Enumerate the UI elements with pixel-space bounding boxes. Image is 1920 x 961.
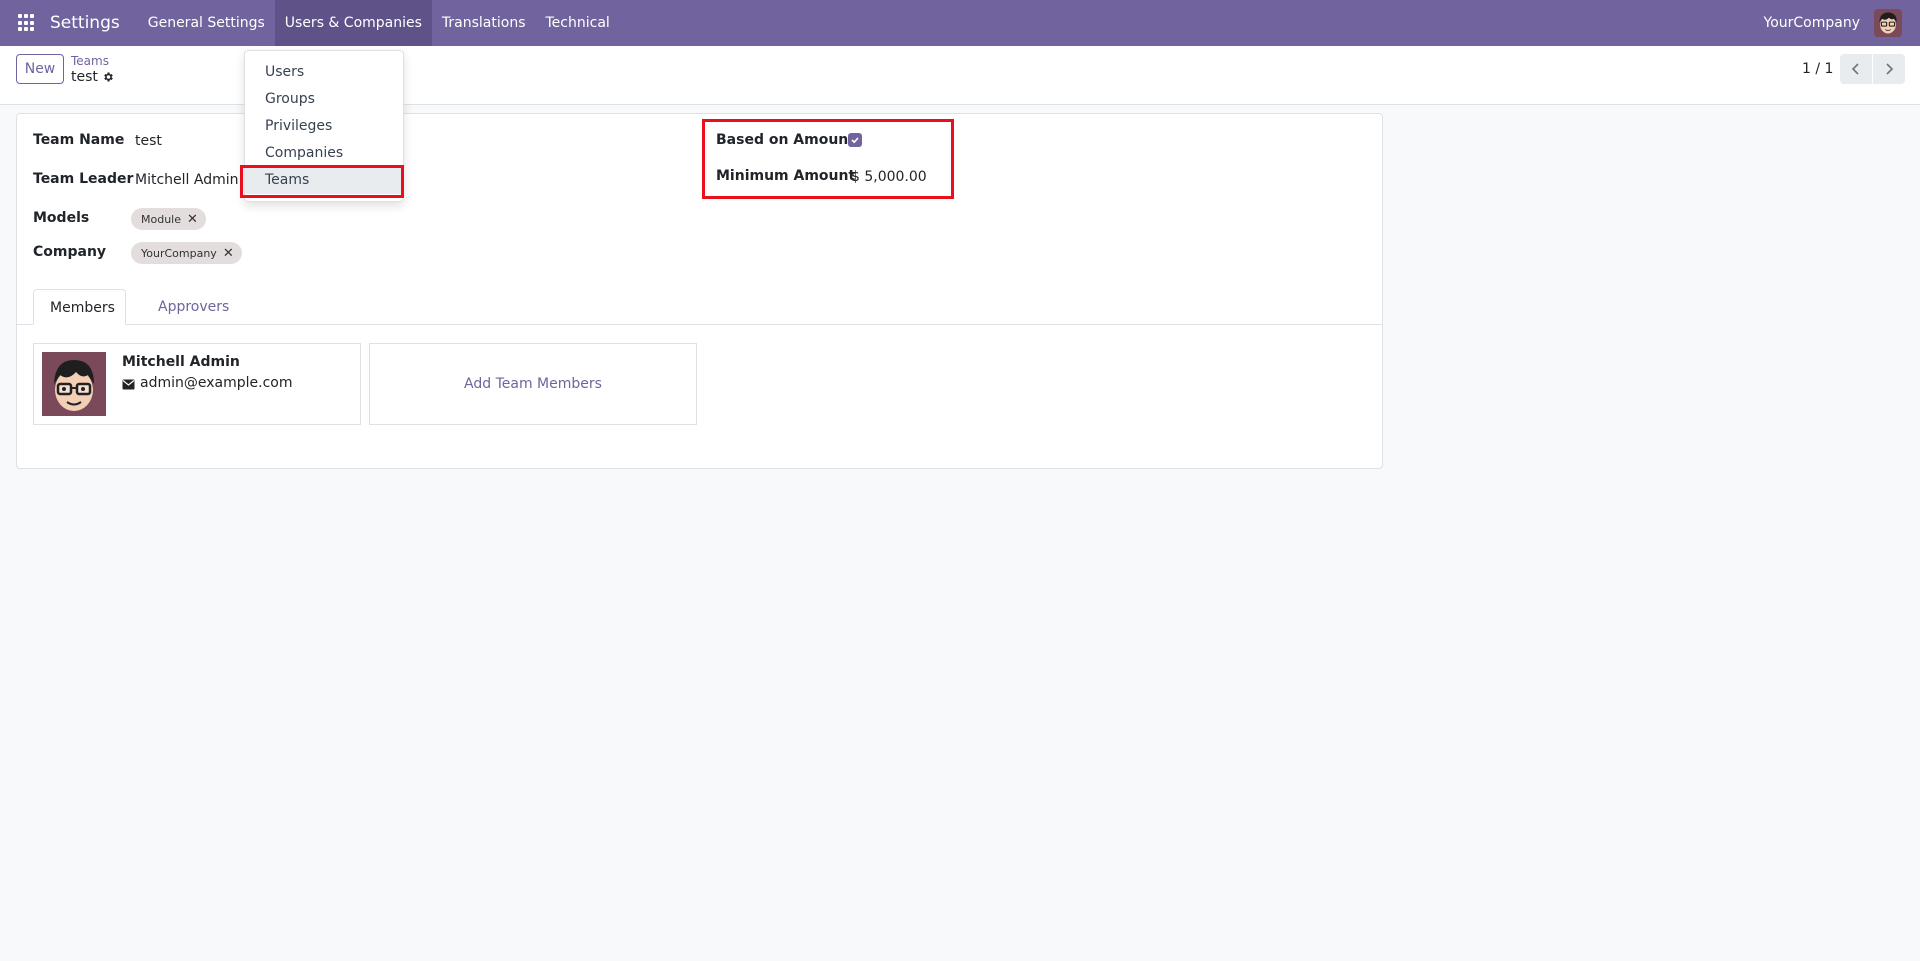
tag-label: YourCompany — [141, 246, 217, 260]
menu-translations[interactable]: Translations — [432, 0, 536, 46]
envelope-icon — [122, 378, 135, 394]
tab-approvers[interactable]: Approvers — [142, 289, 245, 325]
menu-general-settings[interactable]: General Settings — [138, 0, 275, 46]
add-team-members-button[interactable]: Add Team Members — [369, 343, 697, 425]
breadcrumb-teams[interactable]: Teams — [71, 54, 109, 68]
breadcrumb-current-record: test — [71, 69, 98, 85]
highlight-box-teams — [240, 165, 404, 198]
member-card[interactable]: Mitchell Admin admin@example.com — [33, 343, 361, 425]
member-name: Mitchell Admin — [122, 354, 240, 370]
chevron-right-icon — [1886, 63, 1894, 75]
company-tag-yourcompany[interactable]: YourCompany ✕ — [131, 242, 242, 264]
company-label: Company — [33, 244, 107, 260]
tab-members[interactable]: Members — [33, 289, 126, 325]
models-tag-module[interactable]: Module ✕ — [131, 208, 206, 230]
top-navbar: Settings General Settings Users & Compan… — [0, 0, 1920, 46]
user-avatar[interactable] — [1874, 9, 1902, 37]
remove-tag-icon[interactable]: ✕ — [223, 246, 234, 261]
pager-next-button[interactable] — [1873, 54, 1905, 84]
dropdown-item-companies[interactable]: Companies — [245, 140, 403, 167]
dropdown-item-groups[interactable]: Groups — [245, 86, 403, 113]
dropdown-item-users[interactable]: Users — [245, 59, 403, 86]
member-email: admin@example.com — [140, 375, 293, 391]
pager-previous-button[interactable] — [1840, 54, 1872, 84]
apps-grid-icon[interactable] — [18, 14, 36, 32]
team-name-field[interactable]: test — [135, 133, 162, 149]
gear-icon[interactable] — [102, 71, 114, 87]
menu-users-companies[interactable]: Users & Companies — [274, 0, 432, 46]
tag-label: Module — [141, 212, 181, 226]
member-avatar — [42, 352, 106, 416]
menu-technical[interactable]: Technical — [536, 0, 620, 46]
app-title[interactable]: Settings — [50, 13, 120, 33]
remove-tag-icon[interactable]: ✕ — [187, 212, 198, 227]
models-label: Models — [33, 210, 90, 226]
dropdown-item-privileges[interactable]: Privileges — [245, 113, 403, 140]
team-name-label: Team Name — [33, 132, 125, 148]
form-sheet: Team Name test Team Leader Mitchell Admi… — [16, 113, 1383, 469]
highlight-box-amount — [702, 119, 954, 199]
pager-value[interactable]: 1 / 1 — [1802, 61, 1833, 77]
company-switcher[interactable]: YourCompany — [1764, 15, 1861, 31]
chevron-left-icon — [1851, 63, 1859, 75]
team-leader-label: Team Leader — [33, 171, 134, 187]
new-button[interactable]: New — [16, 54, 64, 84]
team-leader-field[interactable]: Mitchell Admin — [135, 172, 239, 188]
